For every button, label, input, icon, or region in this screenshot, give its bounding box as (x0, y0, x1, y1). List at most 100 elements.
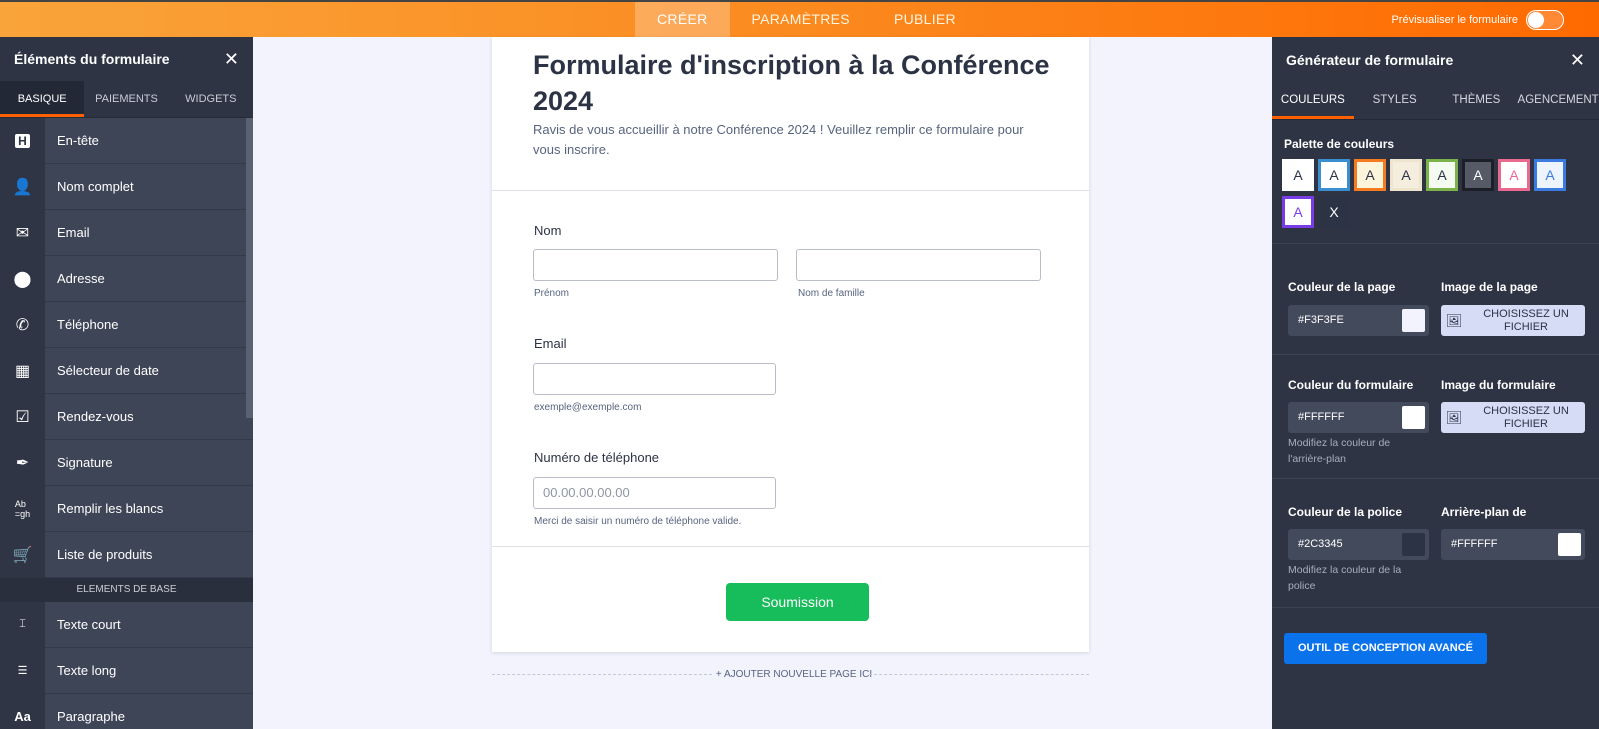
designer-tabs: COULEURS STYLES THÈMES AGENCEMENT (1272, 83, 1599, 120)
panel-divider (1272, 354, 1599, 355)
tab-parametres[interactable]: PARAMÈTRES (730, 2, 872, 37)
name-label: Nom (534, 223, 562, 238)
paragraph-icon: Aa (0, 693, 45, 729)
tab-couleurs[interactable]: COULEURS (1272, 83, 1354, 119)
phone-icon: ✆ (0, 301, 45, 348)
form-designer-panel: Générateur de formulaire ✕ COULEURS STYL… (1272, 37, 1599, 729)
close-icon[interactable]: ✕ (1570, 50, 1585, 71)
panel-divider (1272, 607, 1599, 608)
tab-widgets[interactable]: WIDGETS (169, 81, 253, 117)
last-name-sublabel: Nom de famille (798, 288, 865, 299)
form-color-input[interactable]: #FFFFFF (1288, 402, 1429, 433)
font-color-input[interactable]: #2C3345 (1288, 529, 1429, 560)
heading-icon: H (0, 117, 45, 164)
add-page-dash-right (869, 674, 1089, 675)
form-title[interactable]: Formulaire d'inscription à la Conférence… (533, 47, 1053, 119)
calendar-icon: ▦ (0, 347, 45, 394)
submit-button[interactable]: Soumission (726, 583, 869, 621)
tab-styles[interactable]: STYLES (1354, 83, 1436, 119)
palette-swatch[interactable]: A (1462, 159, 1494, 191)
palette-label: Palette de couleurs (1284, 137, 1395, 151)
font-color-swatch[interactable] (1402, 533, 1425, 556)
advanced-designer-button[interactable]: OUTIL DE CONCEPTION AVANCÉ (1284, 633, 1487, 664)
form-designer-title: Générateur de formulaire (1286, 52, 1454, 68)
form-card: Formulaire d'inscription à la Conférence… (492, 37, 1089, 652)
form-elements-title: Éléments du formulaire (14, 51, 170, 67)
form-description[interactable]: Ravis de vous accueillir à notre Confére… (533, 120, 1053, 160)
cart-icon: 🛒 (0, 531, 45, 578)
tab-agencement[interactable]: AGENCEMENT (1517, 83, 1599, 119)
first-name-sublabel: Prénom (534, 288, 570, 299)
form-image-label: Image du formulaire (1441, 378, 1556, 392)
preview-toggle[interactable] (1526, 9, 1564, 30)
palette-swatch[interactable]: A (1426, 159, 1458, 191)
pen-icon: ✒ (0, 439, 45, 486)
add-page-row: + AJOUTER NOUVELLE PAGE ICI (492, 669, 1089, 681)
element-email[interactable]: ✉ Email (0, 209, 253, 256)
fill-blanks-icon: Ab =gh (0, 485, 45, 532)
element-paragraphe[interactable]: Aa Paragraphe (0, 693, 253, 729)
tab-themes[interactable]: THÈMES (1436, 83, 1518, 119)
first-name-input[interactable] (533, 249, 778, 281)
element-texte-long[interactable]: ☰ Texte long (0, 647, 253, 694)
palette-swatch[interactable]: A (1390, 159, 1422, 191)
elements-list: H En-tête 👤 Nom complet ✉ Email ⬤ Adresse ✆ T… (0, 117, 253, 729)
page-color-input[interactable]: #F3F3FE (1288, 305, 1429, 336)
page-color-value: #F3F3FE (1298, 314, 1344, 326)
element-selecteur-de-date[interactable]: ▦ Sélecteur de date (0, 347, 253, 394)
form-color-value: #FFFFFF (1298, 411, 1345, 423)
font-color-label: Couleur de la police (1288, 505, 1403, 519)
element-adresse[interactable]: ⬤ Adresse (0, 255, 253, 302)
add-page-link[interactable]: + AJOUTER NOUVELLE PAGE ICI (714, 669, 874, 680)
font-color-value: #2C3345 (1298, 538, 1343, 550)
form-color-swatch[interactable] (1402, 406, 1425, 429)
image-upload-icon: 🖼 (1445, 312, 1463, 328)
element-liste-de-produits[interactable]: 🛒 Liste de produits (0, 531, 253, 578)
palette-swatch[interactable]: A (1282, 159, 1314, 191)
element-rendez-vous[interactable]: ☑ Rendez-vous (0, 393, 253, 440)
element-telephone[interactable]: ✆ Téléphone (0, 301, 253, 348)
tab-basique[interactable]: BASIQUE (0, 81, 85, 117)
submit-divider (492, 546, 1089, 547)
location-icon: ⬤ (0, 255, 45, 302)
element-nom-complet[interactable]: 👤 Nom complet (0, 163, 253, 210)
add-page-dash-left (492, 674, 712, 675)
background-color-swatch[interactable] (1558, 533, 1581, 556)
phone-label: Numéro de téléphone (534, 450, 660, 465)
page-color-swatch[interactable] (1402, 309, 1425, 332)
palette-swatch[interactable]: A (1354, 159, 1386, 191)
tab-creer[interactable]: CRÉER (635, 2, 730, 37)
palette-swatch[interactable]: A (1498, 159, 1530, 191)
page-color-label: Couleur de la page (1288, 280, 1396, 294)
element-en-tete[interactable]: H En-tête (0, 117, 253, 164)
background-color-input[interactable]: #FFFFFF (1441, 529, 1585, 560)
form-color-label: Couleur du formulaire (1288, 378, 1414, 392)
element-remplir-les-blancs[interactable]: Ab =gh Remplir les blancs (0, 485, 253, 532)
section-elements-de-base: ELEMENTS DE BASE (0, 578, 253, 602)
header-divider (492, 190, 1089, 191)
palette-swatch[interactable]: A (1534, 159, 1566, 191)
phone-input[interactable]: 00.00.00.00.00 (533, 477, 776, 509)
form-image-button[interactable]: 🖼 CHOISISSEZ UN FICHIER (1441, 402, 1585, 433)
palette-swatch[interactable]: A (1282, 196, 1314, 228)
email-label: Email (534, 336, 567, 351)
font-color-hint: Modifiez la couleur de la police (1288, 564, 1402, 592)
close-icon[interactable]: ✕ (224, 49, 239, 70)
palette-reset-button[interactable]: X (1318, 196, 1350, 228)
image-upload-icon: 🖼 (1445, 409, 1463, 425)
elements-scrollbar[interactable] (246, 118, 253, 418)
tab-paiements[interactable]: PAIEMENTS (84, 81, 168, 117)
element-signature[interactable]: ✒ Signature (0, 439, 253, 486)
form-elements-panel: Éléments du formulaire ✕ BASIQUE PAIEMEN… (0, 37, 253, 729)
element-texte-court[interactable]: ⌶ Texte court (0, 601, 253, 648)
color-palette: A A A A A A A AA X (1272, 151, 1599, 233)
last-name-input[interactable] (796, 249, 1041, 281)
tab-publier[interactable]: PUBLIER (872, 2, 978, 37)
email-input[interactable] (533, 363, 776, 395)
form-canvas: Formulaire d'inscription à la Conférence… (253, 37, 1272, 729)
page-image-button[interactable]: 🖼 CHOISISSEZ UN FICHIER (1441, 305, 1585, 336)
choose-file-label: CHOISISSEZ UN FICHIER (1483, 404, 1569, 430)
palette-swatch[interactable]: A (1318, 159, 1350, 191)
form-elements-header: Éléments du formulaire ✕ (0, 37, 253, 81)
mail-icon: ✉ (0, 209, 45, 256)
